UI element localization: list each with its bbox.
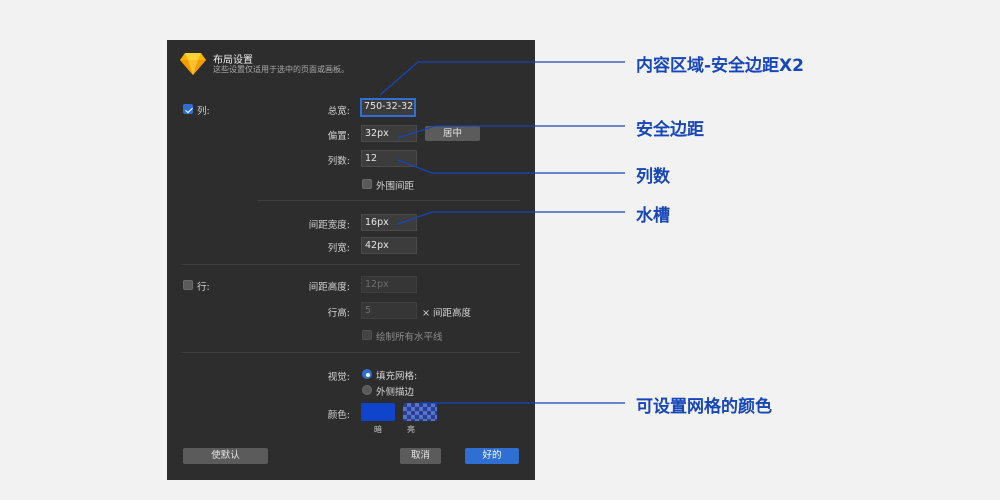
rows-checkbox-label: 行:: [197, 282, 210, 293]
row-height-label: 行高:: [327, 308, 350, 319]
gutter-width-input[interactable]: 16px: [361, 214, 417, 231]
gutter-height-label: 间距高度:: [308, 282, 350, 293]
make-default-button[interactable]: 使默认: [183, 448, 268, 464]
column-count-label: 列数:: [327, 156, 350, 167]
draw-all-lines-label: 绘制所有水平线: [376, 332, 443, 343]
dark-color-caption: 暗: [374, 425, 382, 434]
dialog-subtitle: 这些设置仅适用于选中的页面或画板。: [213, 65, 349, 74]
section-divider: [181, 352, 520, 353]
light-color-swatch[interactable]: [403, 403, 437, 421]
annotation-gutter: 水槽: [636, 206, 670, 226]
annotation-content-area: 内容区域-安全边距X2: [636, 56, 804, 76]
row-height-suffix: × 间距高度: [422, 308, 471, 319]
visual-label: 视觉:: [327, 372, 350, 383]
columns-checkbox[interactable]: [183, 104, 193, 114]
annotation-column-count: 列数: [636, 167, 670, 187]
fill-grid-radio[interactable]: [362, 369, 372, 379]
fill-grid-label: 填充网格:: [376, 371, 418, 382]
row-height-input[interactable]: 5: [361, 302, 417, 319]
total-width-input[interactable]: 750-32-32: [360, 98, 416, 117]
columns-checkbox-label: 列:: [197, 106, 210, 117]
offset-label: 偏置:: [327, 131, 350, 142]
light-color-caption: 亮: [407, 425, 415, 434]
section-divider: [181, 264, 520, 265]
annotation-safe-margin: 安全边距: [636, 120, 704, 140]
section-divider: [257, 200, 520, 201]
layout-settings-dialog: 布局设置 这些设置仅适用于选中的页面或画板。 列: 总宽: 750-32-32 …: [167, 40, 535, 480]
color-label: 颜色:: [327, 410, 350, 421]
offset-input[interactable]: 32px: [361, 125, 417, 142]
draw-all-lines-checkbox[interactable]: [362, 330, 372, 340]
cancel-button[interactable]: 取消: [400, 448, 441, 464]
sketch-logo-icon: [180, 53, 206, 75]
dark-color-swatch[interactable]: [361, 403, 395, 421]
outer-stroke-radio[interactable]: [362, 385, 372, 395]
gutter-height-input[interactable]: 12px: [361, 276, 417, 293]
ok-button[interactable]: 好的: [465, 448, 519, 464]
outer-stroke-label: 外侧描边: [376, 387, 415, 398]
annotation-grid-color: 可设置网格的颜色: [636, 397, 772, 417]
outer-gutter-checkbox[interactable]: [362, 179, 372, 189]
column-width-input[interactable]: 42px: [361, 237, 417, 254]
column-width-label: 列宽:: [327, 243, 350, 254]
center-button[interactable]: 居中: [425, 126, 480, 141]
gutter-width-label: 间距宽度:: [308, 220, 350, 231]
outer-gutter-label: 外围间距: [376, 181, 415, 192]
column-count-input[interactable]: 12: [361, 150, 417, 167]
total-width-label: 总宽:: [327, 106, 350, 117]
rows-checkbox[interactable]: [183, 280, 193, 290]
